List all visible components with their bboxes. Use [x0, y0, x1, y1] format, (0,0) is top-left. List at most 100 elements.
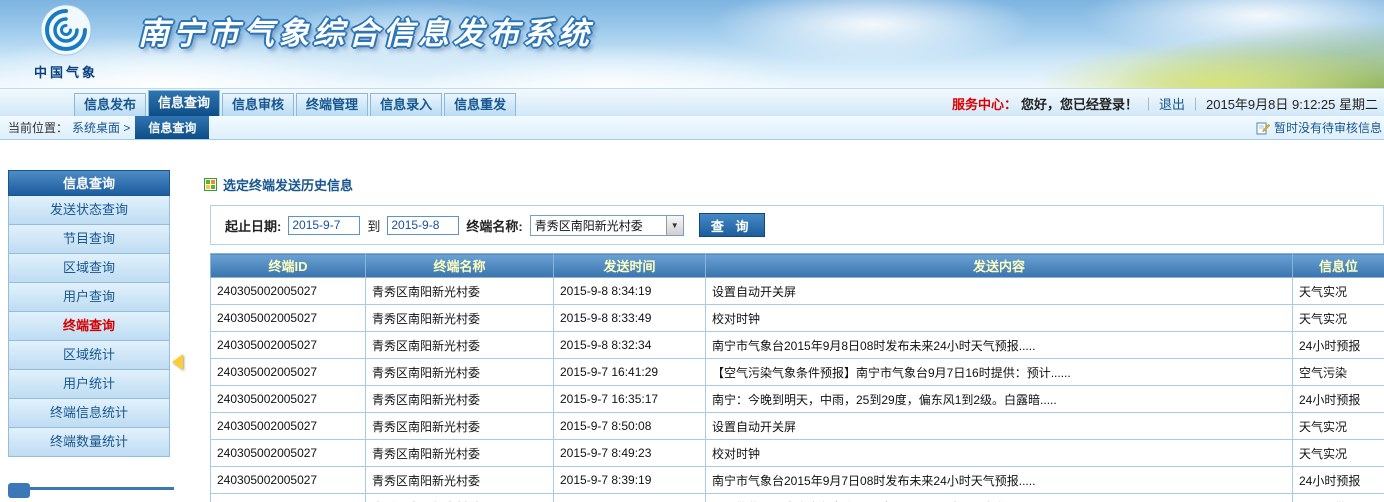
history-table: 终端ID终端名称发送时间发送内容信息位 240305002005027青秀区南阳… — [210, 253, 1384, 502]
table-cell-col2: 2015-9-7 8:39:19 — [554, 467, 706, 494]
sidebar-item-2[interactable]: 区域查询 — [8, 254, 170, 283]
table-cell-col2: 2015-9-8 8:32:34 — [554, 332, 706, 359]
table-cell-col4: 天气实况 — [1293, 440, 1384, 467]
login-status: 您好，您已经登录！ — [1021, 94, 1138, 113]
table-cell-col4: 天气实况 — [1293, 305, 1384, 332]
page-title: 南宁市气象综合信息发布系统 — [138, 8, 593, 53]
table-cell-col0: 240305002005027 — [211, 359, 366, 386]
table-cell-col4: 天气实况 — [1293, 413, 1384, 440]
nav-tab-2[interactable]: 信息审核 — [222, 93, 294, 116]
table-cell-col4: 暴雨预警 — [1293, 494, 1384, 502]
table-cell-col4: 天气实况 — [1293, 278, 1384, 305]
section-title: 选定终端发送历史信息 — [223, 175, 353, 194]
table-cell-col2: 2015-9-7 8:26:47 — [554, 494, 706, 502]
date-range-label: 起止日期: — [225, 216, 281, 235]
table-cell-col1: 青秀区南阳新光村委 — [366, 440, 554, 467]
table-cell-col2: 2015-9-7 8:50:08 — [554, 413, 706, 440]
sidebar-collapse-handle[interactable] — [172, 354, 183, 370]
date-to-input[interactable] — [387, 216, 459, 235]
query-button[interactable]: 查 询 — [699, 213, 765, 237]
table-row: 240305002005027青秀区南阳新光村委2015-9-7 8:50:08… — [211, 413, 1384, 440]
sidebar-item-4[interactable]: 终端查询 — [8, 312, 170, 341]
column-header-2: 发送时间 — [554, 254, 706, 278]
logout-link[interactable]: 退出 — [1159, 94, 1185, 113]
nav-tabs: 信息发布信息查询信息审核终端管理信息录入信息重发 — [74, 90, 516, 116]
table-cell-col4: 24小时预报 — [1293, 332, 1384, 359]
column-header-4: 信息位 — [1293, 254, 1384, 278]
terminal-name-label: 终端名称: — [466, 216, 522, 235]
nav-tab-4[interactable]: 信息录入 — [370, 93, 442, 116]
logo-caption: 中国气象 — [20, 62, 112, 81]
sidebar-title: 信息查询 — [8, 170, 170, 196]
table-cell-col1: 青秀区南阳新光村委 — [366, 359, 554, 386]
separator: ｜ — [1189, 94, 1202, 113]
column-header-3: 发送内容 — [706, 254, 1293, 278]
table-row: 240305002005027青秀区南阳新光村委2015-9-8 8:32:34… — [211, 332, 1384, 359]
table-cell-col3: 设置自动开关屏 — [706, 413, 1293, 440]
table-cell-col0: 240305002005027 — [211, 332, 366, 359]
sidebar-item-7[interactable]: 终端信息统计 — [8, 399, 170, 428]
separator: ｜ — [1142, 94, 1155, 113]
review-notice-text: 暂时没有待审核信息 — [1274, 119, 1382, 136]
nav-tab-0[interactable]: 信息发布 — [74, 93, 146, 116]
cma-swirl-icon — [40, 4, 92, 56]
column-header-0: 终端ID — [211, 254, 366, 278]
table-cell-col1: 青秀区南阳新光村委 — [366, 278, 554, 305]
navbar: 信息发布信息查询信息审核终端管理信息录入信息重发 服务中心： 您好，您已经登录！… — [0, 88, 1384, 116]
table-cell-col0: 240305002005027 — [211, 494, 366, 502]
sidebar-item-8[interactable]: 终端数量统计 — [8, 428, 170, 457]
history-table-body: 240305002005027青秀区南阳新光村委2015-9-8 8:34:19… — [211, 278, 1384, 502]
grid-icon — [204, 178, 217, 191]
table-cell-col1: 青秀区南阳新光村委 — [366, 332, 554, 359]
breadcrumb-current: 信息查询 — [135, 116, 209, 139]
table-cell-col2: 2015-9-7 8:49:23 — [554, 440, 706, 467]
review-notice: 暂时没有待审核信息 — [1256, 116, 1384, 139]
sidebar-item-0[interactable]: 发送状态查询 — [8, 196, 170, 225]
table-row: 240305002005027青秀区南阳新光村委2015-9-7 16:35:1… — [211, 386, 1384, 413]
nav-tab-1[interactable]: 信息查询 — [148, 90, 220, 116]
sidebar: 信息查询 发送状态查询节目查询区域查询用户查询终端查询区域统计用户统计终端信息统… — [8, 170, 170, 457]
nav-tab-5[interactable]: 信息重发 — [444, 93, 516, 116]
chevron-down-icon[interactable]: ▼ — [666, 216, 683, 235]
breadcrumb: 当前位置： 系统桌面 > — [0, 116, 130, 139]
table-cell-col4: 24小时预报 — [1293, 386, 1384, 413]
table-cell-col0: 240305002005027 — [211, 305, 366, 332]
table-cell-col3: 校对时钟 — [706, 305, 1293, 332]
date-from-input[interactable] — [288, 216, 360, 235]
sidebar-item-6[interactable]: 用户统计 — [8, 370, 170, 399]
breadcrumb-prefix: 当前位置： — [8, 119, 68, 136]
sidebar-bottom-border — [8, 487, 174, 490]
table-cell-col0: 240305002005027 — [211, 413, 366, 440]
table-cell-col4: 空气污染 — [1293, 359, 1384, 386]
table-cell-col0: 240305002005027 — [211, 467, 366, 494]
sidebar-bottom-corner — [8, 483, 30, 498]
table-cell-col1: 青秀区南阳新光村委 — [366, 413, 554, 440]
sidebar-item-5[interactable]: 区域统计 — [8, 341, 170, 370]
table-cell-col1: 青秀区南阳新光村委 — [366, 467, 554, 494]
table-cell-col3: 设置自动开关屏 — [706, 278, 1293, 305]
note-pencil-icon — [1256, 121, 1270, 135]
nav-tab-3[interactable]: 终端管理 — [296, 93, 368, 116]
table-cell-col2: 2015-9-7 16:35:17 — [554, 386, 706, 413]
table-cell-col2: 2015-9-8 8:33:49 — [554, 305, 706, 332]
table-cell-col1: 青秀区南阳新光村委 — [366, 494, 554, 502]
table-cell-col4: 24小时预报 — [1293, 467, 1384, 494]
banner: 中国气象 南宁市气象综合信息发布系统 — [0, 0, 1384, 88]
sidebar-item-3[interactable]: 用户查询 — [8, 283, 170, 312]
breadcrumb-root: 系统桌面 > — [72, 119, 130, 136]
table-cell-col3: 南宁市气象台2015年9月8日08时发布未来24小时天气预报..... — [706, 332, 1293, 359]
table-row: 240305002005027青秀区南阳新光村委2015-9-7 8:49:23… — [211, 440, 1384, 467]
sidebar-item-1[interactable]: 节目查询 — [8, 225, 170, 254]
nav-right: 服务中心： 您好，您已经登录！ ｜ 退出 ｜ 2015年9月8日 9:12:25… — [952, 89, 1378, 117]
table-cell-col1: 青秀区南阳新光村委 — [366, 305, 554, 332]
table-cell-col3: 【空气污染气象条件预报】南宁市气象台9月7日16时提供：预计...... — [706, 359, 1293, 386]
terminal-select[interactable]: 青秀区南阳新光村委 ▼ — [530, 215, 684, 236]
table-cell-col3: 南宁市气象台2015年9月7日08时发布未来24小时天气预报..... — [706, 467, 1293, 494]
table-cell-col1: 青秀区南阳新光村委 — [366, 386, 554, 413]
table-row: 240305002005027青秀区南阳新光村委2015-9-7 8:26:47… — [211, 494, 1384, 502]
service-center-label: 服务中心： — [952, 94, 1017, 113]
table-row: 240305002005027青秀区南阳新光村委2015-9-7 8:39:19… — [211, 467, 1384, 494]
table-row: 240305002005027青秀区南阳新光村委2015-9-8 8:34:19… — [211, 278, 1384, 305]
terminal-select-value: 青秀区南阳新光村委 — [531, 217, 666, 234]
logo: 中国气象 — [20, 4, 112, 81]
